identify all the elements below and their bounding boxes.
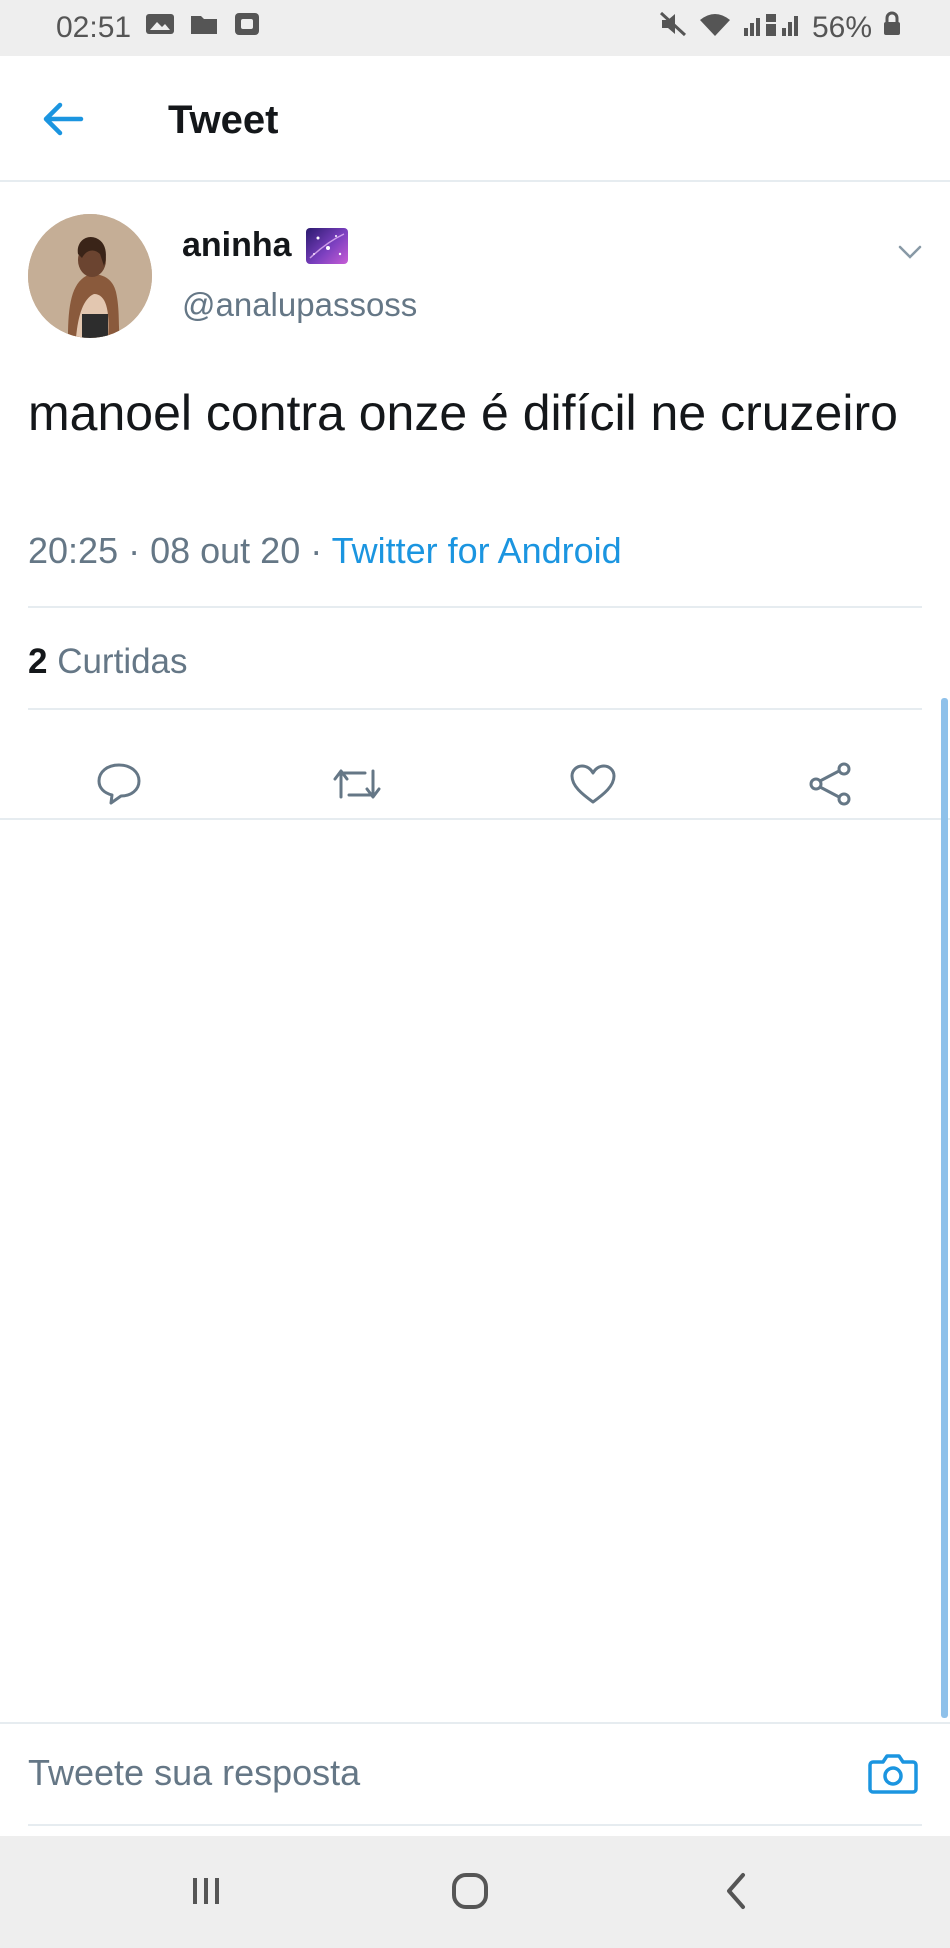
back-icon xyxy=(727,1873,745,1909)
share-icon xyxy=(809,762,851,806)
status-time: 02:51 xyxy=(56,11,132,44)
lock-icon xyxy=(882,11,902,45)
page-title: Tweet xyxy=(168,98,279,142)
camera-icon xyxy=(868,1754,918,1794)
status-right: 56% xyxy=(658,10,902,46)
share-button[interactable] xyxy=(801,756,861,812)
status-bar: 02:51 56% xyxy=(0,0,950,56)
status-left: 02:51 xyxy=(56,11,261,45)
reply-button[interactable] xyxy=(89,756,149,812)
reply-underline xyxy=(28,1824,922,1826)
scrollbar[interactable] xyxy=(941,698,948,1718)
arrow-left-icon xyxy=(43,102,84,136)
tweet-text: manoel contra onze é difícil ne cruzeiro xyxy=(28,385,898,441)
more-options-button[interactable] xyxy=(892,234,928,270)
divider xyxy=(28,708,922,710)
username-handle[interactable]: @analupassoss xyxy=(182,286,417,324)
likes-count: 2 xyxy=(28,642,48,681)
signal-icon xyxy=(742,10,802,46)
folder-icon xyxy=(189,11,219,45)
home-icon xyxy=(452,1873,488,1909)
nav-back-button[interactable] xyxy=(706,1866,766,1916)
mute-icon xyxy=(658,10,688,46)
reply-input[interactable] xyxy=(28,1752,828,1794)
divider xyxy=(28,606,922,608)
tweet-timestamp: 20:25 · 08 out 20 · xyxy=(28,530,332,571)
tweet-meta: 20:25 · 08 out 20 · Twitter for Android xyxy=(28,530,622,572)
galaxy-emoji-icon xyxy=(305,227,348,264)
reply-bar xyxy=(0,1722,950,1832)
home-button[interactable] xyxy=(440,1866,500,1916)
divider xyxy=(0,818,950,820)
back-button[interactable] xyxy=(38,96,88,142)
reply-bubble-icon xyxy=(97,763,141,805)
recent-apps-icon xyxy=(193,1878,219,1904)
display-name[interactable]: aninha xyxy=(182,226,292,265)
author-row: aninha xyxy=(182,226,348,265)
avatar[interactable] xyxy=(28,214,152,338)
camera-button[interactable] xyxy=(866,1748,920,1798)
chevron-down-icon xyxy=(898,245,922,259)
heart-icon xyxy=(570,764,616,804)
likes-count-link[interactable]: 2 Curtidas xyxy=(28,642,188,682)
likes-label: Curtidas xyxy=(47,642,188,681)
system-nav-bar xyxy=(0,1836,950,1948)
recent-apps-button[interactable] xyxy=(176,1866,236,1916)
app-notification-icon xyxy=(233,11,261,45)
like-button[interactable] xyxy=(563,756,623,812)
battery-level: 56% xyxy=(811,11,872,44)
image-icon xyxy=(145,11,175,45)
app-header: Tweet xyxy=(0,56,950,182)
retweet-button[interactable] xyxy=(327,756,387,812)
wifi-icon xyxy=(698,10,732,46)
tweet-source-link[interactable]: Twitter for Android xyxy=(332,530,622,571)
retweet-icon xyxy=(333,769,381,799)
